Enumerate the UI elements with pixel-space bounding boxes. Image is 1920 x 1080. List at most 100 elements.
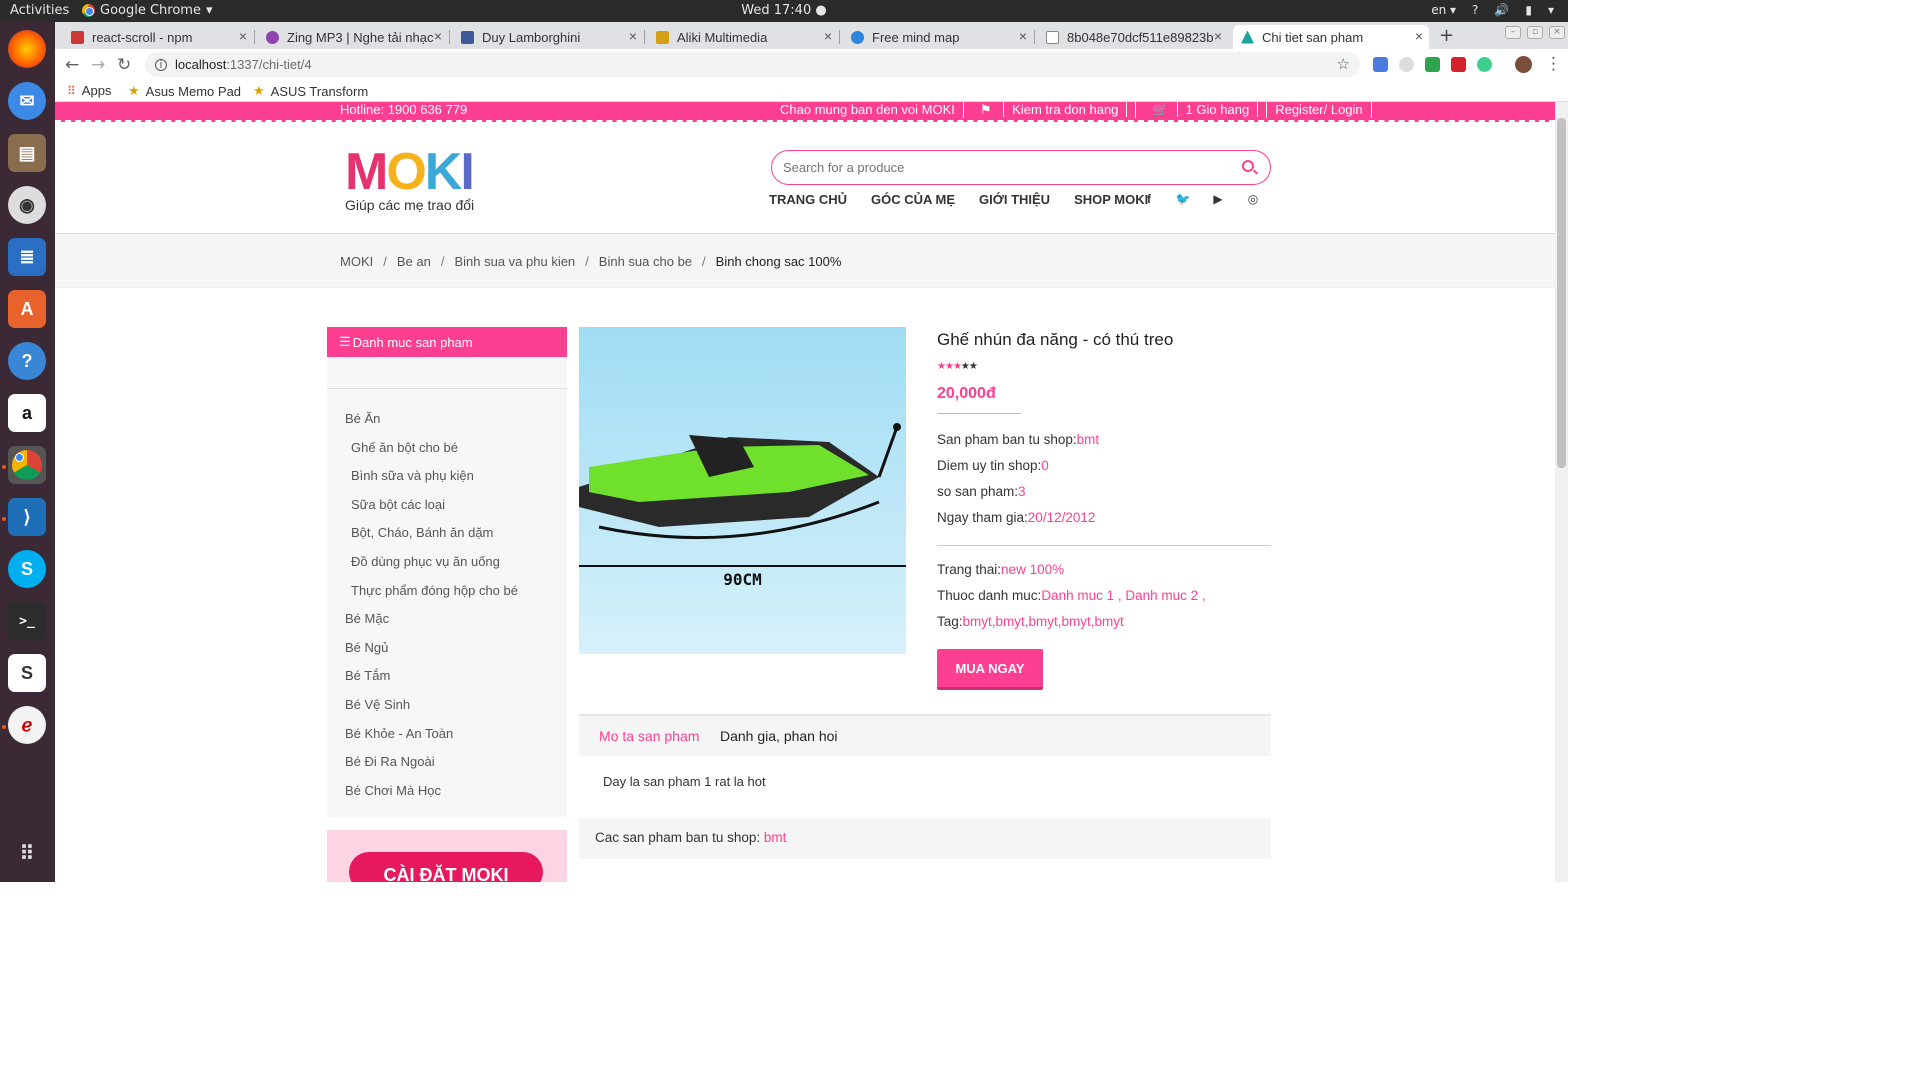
tab-react-scroll[interactable]: react-scroll - npm × — [63, 25, 253, 49]
subcategory-item[interactable]: Bột, Cháo, Bánh ăn dặm — [351, 525, 493, 540]
install-moki-button[interactable]: CÀI ĐẶT MOKI — [349, 852, 543, 882]
tab-description[interactable]: Mo ta san pham — [599, 728, 699, 744]
profile-avatar[interactable] — [1515, 56, 1532, 73]
facebook-icon[interactable]: f — [1141, 192, 1157, 206]
shop-link[interactable]: bmt — [1077, 432, 1100, 447]
battery-icon[interactable]: ▮ — [1525, 3, 1532, 17]
show-apps-icon[interactable]: ⠿ — [8, 834, 46, 872]
category-item[interactable]: Bé Vệ Sinh — [345, 697, 410, 712]
translate-extension-icon[interactable] — [1373, 57, 1388, 72]
tab-reviews[interactable]: Danh gia, phan hoi — [720, 728, 838, 744]
tab-aliki[interactable]: Aliki Multimedia × — [648, 25, 838, 49]
chrome-dock-icon[interactable] — [8, 446, 46, 484]
bookmark-star-icon[interactable]: ☆ — [1337, 55, 1350, 73]
close-tab-icon[interactable]: × — [1415, 28, 1423, 44]
instagram-icon[interactable]: ◎ — [1245, 192, 1261, 206]
breadcrumb-separator: / — [702, 254, 706, 269]
info-label: San pham ban tu shop: — [937, 432, 1077, 447]
youtube-icon[interactable]: ▶ — [1210, 192, 1226, 206]
close-window-button[interactable]: × — [1549, 26, 1565, 39]
order-check-link[interactable]: ⚑ Kiem tra don hang — [964, 102, 1137, 118]
category-item[interactable]: Bé Ngủ — [345, 640, 388, 655]
close-tab-icon[interactable]: × — [1213, 28, 1222, 44]
bookmark-asus-transform[interactable]: ★ ASUS Transform — [253, 83, 368, 99]
tab-chi-tiet-san-pham[interactable]: Chi tiet san pham × — [1233, 25, 1429, 49]
tab-file[interactable]: 8b048e70dcf511e89823bf × — [1038, 25, 1228, 49]
maximize-button[interactable]: ▫ — [1527, 26, 1543, 39]
category-item[interactable]: Bé Ăn — [345, 411, 380, 426]
tab-mindmap[interactable]: Free mind map × — [843, 25, 1033, 49]
back-icon[interactable]: ← — [65, 55, 79, 75]
subcategory-item[interactable]: Đồ dùng phục vụ ăn uống — [351, 554, 500, 569]
close-tab-icon[interactable]: × — [434, 28, 442, 44]
nav-goc-cua-me[interactable]: GÓC CỦA MẸ — [859, 192, 967, 207]
app-icon[interactable]: ℯ — [8, 706, 46, 744]
search-icon[interactable] — [1242, 160, 1254, 172]
category-item[interactable]: Bé Khỏe - An Toàn — [345, 726, 453, 741]
extension-icon[interactable] — [1477, 57, 1492, 72]
software-center-icon[interactable]: A — [8, 290, 46, 328]
help-icon[interactable]: ? — [1472, 3, 1478, 17]
minimize-button[interactable]: – — [1505, 26, 1521, 39]
volume-icon[interactable]: 🔊 — [1494, 3, 1509, 17]
info-label: Diem uy tin shop: — [937, 458, 1042, 473]
info-icon[interactable]: i — [155, 58, 167, 71]
subcategory-item[interactable]: Ghế ăn bột cho bé — [351, 440, 458, 455]
rhythmbox-icon[interactable]: ◉ — [8, 186, 46, 224]
category-item[interactable]: Bé Chơi Mà Học — [345, 783, 441, 798]
category-item[interactable]: Bé Mặc — [345, 611, 389, 626]
skype-icon[interactable]: S — [8, 550, 46, 588]
files-icon[interactable]: ▤ — [8, 134, 46, 172]
buy-now-button[interactable]: MUA NGAY — [937, 649, 1043, 690]
login-link[interactable]: Register/ Login — [1267, 102, 1372, 118]
breadcrumb-item[interactable]: MOKI — [340, 254, 373, 269]
firefox-icon[interactable] — [8, 30, 46, 68]
cart-link[interactable]: 🛒 1 Gio hang — [1136, 102, 1268, 118]
clock[interactable]: Wed 17:40 ● — [0, 3, 1568, 18]
product-image[interactable]: 90CM — [579, 327, 906, 654]
bookmark-asus-memo-pad[interactable]: ★ Asus Memo Pad — [128, 83, 241, 99]
tab-facebook[interactable]: Duy Lamborghini × — [453, 25, 643, 49]
breadcrumb-item[interactable]: Binh sua va phu kien — [454, 254, 575, 269]
extension-icon[interactable] — [1451, 57, 1466, 72]
tag-links[interactable]: bmyt,bmyt,bmyt,bmyt,bmyt — [963, 614, 1124, 629]
breadcrumb-item[interactable]: Be an — [397, 254, 431, 269]
help-app-icon[interactable]: ? — [8, 342, 46, 380]
extension-icon[interactable] — [1399, 57, 1414, 72]
close-tab-icon[interactable]: × — [824, 28, 832, 44]
subcategory-item[interactable]: Sữa bột các loại — [351, 497, 445, 512]
system-menu-icon[interactable]: ▾ — [1548, 3, 1554, 17]
scrollbar-thumb[interactable] — [1557, 118, 1566, 468]
new-tab-button[interactable]: + — [1439, 25, 1454, 46]
subcategory-item[interactable]: Thực phẩm đóng hộp cho bé — [351, 583, 518, 598]
breadcrumb-item[interactable]: Binh sua cho be — [599, 254, 692, 269]
close-tab-icon[interactable]: × — [629, 28, 637, 44]
nav-gioi-thieu[interactable]: GIỚI THIỆU — [967, 192, 1062, 207]
menu-icon[interactable]: ⋮ — [1545, 54, 1562, 74]
category-item[interactable]: Bé Tắm — [345, 668, 390, 683]
thunderbird-icon[interactable]: ✉ — [8, 82, 46, 120]
vscode-icon[interactable]: ⟩ — [8, 498, 46, 536]
search-input[interactable] — [783, 160, 1223, 175]
address-bar[interactable]: i localhost:1337/chi-tiet/4 ☆ — [145, 52, 1360, 77]
slack-icon[interactable]: S — [8, 654, 46, 692]
category-links[interactable]: Danh muc 1 , Danh muc 2 , — [1041, 588, 1205, 603]
language-indicator[interactable]: en ▾ — [1431, 3, 1456, 17]
reload-icon[interactable]: ↻ — [117, 55, 131, 75]
forward-icon[interactable]: → — [91, 55, 105, 75]
moki-logo[interactable]: MOKI — [345, 146, 475, 198]
category-item[interactable]: Bé Đi Ra Ngoài — [345, 754, 435, 769]
amazon-icon[interactable]: a — [8, 394, 46, 432]
nav-home[interactable]: TRANG CHỦ — [757, 192, 859, 207]
subcategory-item[interactable]: Bình sữa và phụ kiện — [351, 468, 474, 483]
shop-products-link[interactable]: bmt — [764, 830, 787, 845]
writer-icon[interactable]: ≣ — [8, 238, 46, 276]
close-tab-icon[interactable]: × — [1019, 28, 1027, 44]
close-tab-icon[interactable]: × — [239, 28, 247, 44]
bookmark-apps[interactable]: ⠿ Apps — [67, 83, 111, 98]
terminal-icon[interactable]: >_ — [8, 602, 46, 640]
page-scrollbar[interactable] — [1555, 102, 1568, 882]
extension-icon[interactable] — [1425, 57, 1440, 72]
tab-zing[interactable]: Zing MP3 | Nghe tải nhạc × — [258, 25, 448, 49]
twitter-icon[interactable]: 🐦 — [1175, 192, 1191, 206]
